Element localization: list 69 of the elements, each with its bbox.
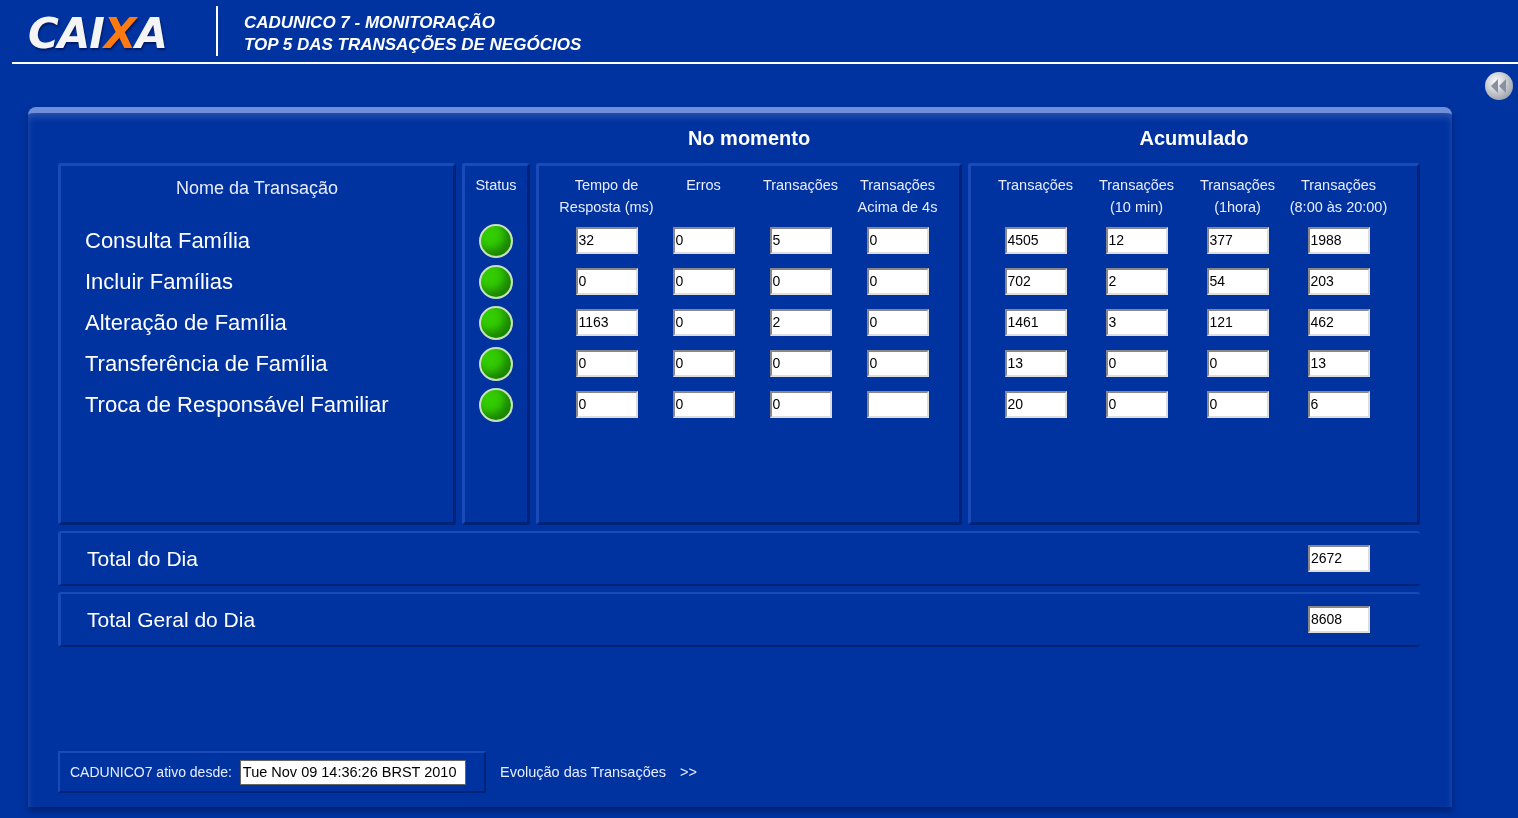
value-field[interactable]: 3	[1105, 309, 1168, 336]
column-header: Erros	[686, 176, 721, 195]
value-field[interactable]: 1461	[1004, 309, 1067, 336]
value-field[interactable]: 0	[575, 350, 638, 377]
value-field[interactable]: 32	[575, 227, 638, 254]
value-field[interactable]: 13	[1004, 350, 1067, 377]
value-field[interactable]: 0	[866, 227, 929, 254]
active-since-field[interactable]: Tue Nov 09 14:36:26 BRST 2010	[239, 759, 466, 785]
value-field[interactable]: 377	[1206, 227, 1269, 254]
column-header: Transações	[997, 176, 1074, 195]
value-field[interactable]: 0	[575, 391, 638, 418]
transaction-name: Alteração de Família	[84, 309, 287, 336]
next-link[interactable]: >>	[680, 764, 697, 780]
value-field[interactable]: 0	[866, 350, 929, 377]
group-title: Acumulado	[1138, 127, 1250, 151]
value-field[interactable]: 702	[1004, 268, 1067, 295]
value-field[interactable]: 0	[1105, 391, 1168, 418]
value-field[interactable]: 0	[672, 391, 735, 418]
value-field[interactable]: 121	[1206, 309, 1269, 336]
value-field[interactable]: 1988	[1307, 227, 1370, 254]
value-field[interactable]: 462	[1307, 309, 1370, 336]
column-header: Status	[475, 176, 517, 195]
column-header: Tempo de Resposta (ms)	[559, 176, 654, 217]
column-header: Transações Acima de 4s	[857, 176, 938, 217]
transaction-name: Troca de Responsável Familiar	[84, 391, 389, 418]
value-field[interactable]: 203	[1307, 268, 1370, 295]
rewind-button-icon[interactable]	[1484, 71, 1514, 101]
value-field[interactable]: 20	[1004, 391, 1067, 418]
column-header: Transações (1hora)	[1199, 176, 1276, 217]
column-header: Transações (8:00 às 20:00)	[1289, 176, 1388, 217]
active-since-label: CADUNICO7 ativo desde:	[70, 764, 232, 780]
value-field[interactable]: 2	[1105, 268, 1168, 295]
value-field[interactable]: 5	[769, 227, 832, 254]
transaction-name: Incluir Famílias	[84, 268, 233, 295]
value-field[interactable]: 13	[1307, 350, 1370, 377]
value-field[interactable]: 0	[769, 391, 832, 418]
value-field[interactable]: 12	[1105, 227, 1168, 254]
value-field[interactable]	[866, 391, 929, 418]
value-field[interactable]: 0	[672, 227, 735, 254]
value-field[interactable]: 2	[769, 309, 832, 336]
value-field[interactable]: 4505	[1004, 227, 1067, 254]
total-label: Total do Dia	[87, 546, 198, 571]
page-title: CADUNICO 7 - MONITORAÇÃO	[244, 13, 496, 33]
value-field[interactable]: 6	[1307, 391, 1370, 418]
total-label: Total Geral do Dia	[87, 607, 256, 632]
column-header: Transações (10 min)	[1098, 176, 1175, 217]
value-field[interactable]: 0	[575, 268, 638, 295]
group-title: No momento	[686, 127, 812, 151]
value-field[interactable]: 54	[1206, 268, 1269, 295]
column-header: Transações	[762, 176, 839, 195]
value-field[interactable]: 0	[672, 350, 735, 377]
logo: CAIXA	[28, 7, 168, 58]
evolution-link[interactable]: Evolução das Transações	[500, 764, 667, 780]
value-field[interactable]: 0	[769, 268, 832, 295]
page-title: TOP 5 DAS TRANSAÇÕES DE NEGÓCIOS	[244, 35, 582, 55]
value-field[interactable]: 0	[866, 268, 929, 295]
value-field[interactable]: 0	[672, 268, 735, 295]
value-field[interactable]: 0	[866, 309, 929, 336]
value-field[interactable]: 0	[1206, 391, 1269, 418]
transaction-name: Consulta Família	[84, 227, 251, 254]
total-field[interactable]: 8608	[1308, 606, 1370, 633]
column-header: Nome da Transação	[175, 178, 339, 199]
value-field[interactable]: 0	[1105, 350, 1168, 377]
value-field[interactable]: 0	[1206, 350, 1269, 377]
value-field[interactable]: 0	[672, 309, 735, 336]
value-field[interactable]: 0	[769, 350, 832, 377]
value-field[interactable]: 1163	[575, 309, 638, 336]
total-field[interactable]: 2672	[1308, 545, 1370, 572]
transaction-name: Transferência de Família	[84, 350, 328, 377]
